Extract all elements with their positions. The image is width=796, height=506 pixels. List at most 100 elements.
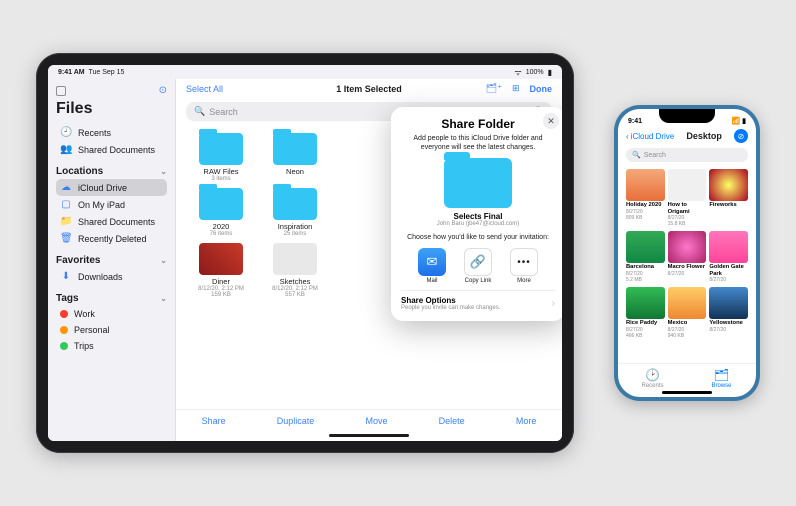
home-indicator[interactable] [329, 434, 409, 437]
tag-work[interactable]: Work [56, 306, 167, 322]
search-icon: 🔍 [632, 151, 641, 159]
share-app-mail[interactable]: ✉︎Mail [412, 248, 452, 284]
search-input[interactable]: 🔍 Search [626, 148, 748, 162]
nav-bar: ‹ iCloud Drive Desktop ⊘ [618, 127, 756, 145]
iphone-device: 9:41 📶 ▮ ‹ iCloud Drive Desktop ⊘ 🔍 Sear… [614, 105, 760, 401]
sidebar-item-downloads[interactable]: ⬇︎Downloads [56, 268, 167, 285]
share-button[interactable]: Share [202, 416, 226, 426]
tag-dot-icon [60, 326, 68, 334]
back-button[interactable]: ‹ iCloud Drive [626, 132, 674, 141]
sidebar-collapse-icon[interactable] [56, 86, 66, 96]
status-date: Tue Sep 15 [88, 69, 124, 76]
share-app-copy-link[interactable]: 🔗Copy Link [458, 248, 498, 284]
popover-title: Share Folder [401, 117, 555, 131]
toolbar-title: 1 Item Selected [336, 84, 402, 94]
section-locations[interactable]: Locations ⌄ [56, 166, 167, 177]
tag-personal[interactable]: Personal [56, 322, 167, 338]
share-options-row[interactable]: Share Options People you invite can make… [401, 290, 555, 311]
nav-title: Desktop [674, 131, 734, 141]
sidebar-title: Files [56, 100, 167, 118]
thumbnail [709, 287, 748, 319]
search-icon: 🔍 [194, 106, 205, 117]
grid-item-inspiration[interactable]: Inspiration25 items [260, 188, 330, 237]
file-item-golden-gate-park[interactable]: Golden Gate Park8/27/20 [709, 231, 748, 283]
thumbnail [626, 231, 665, 263]
tag-trips[interactable]: Trips [56, 338, 167, 354]
chevron-down-icon: ⌄ [160, 167, 167, 176]
grid-item-sketches[interactable]: Sketches8/12/20, 2:12 PM 557 KB [260, 243, 330, 298]
tab-browse[interactable]: 🗂Browse [687, 368, 756, 389]
chevron-down-icon: ⌄ [160, 294, 167, 303]
bottom-toolbar: Share Duplicate Move Delete More [176, 409, 562, 432]
sidebar-item-icloud-drive[interactable]: ☁︎iCloud Drive [56, 179, 167, 196]
folder-icon [199, 188, 243, 220]
grid-item-diner[interactable]: Diner8/12/20, 2:12 PM 159 KB [186, 243, 256, 298]
grid-item-neon[interactable]: Neon [260, 133, 330, 182]
thumbnail [668, 231, 707, 263]
download-icon: ⬇︎ [60, 271, 72, 282]
tag-dot-icon [60, 342, 68, 350]
file-item-yellowstone[interactable]: Yellowstone8/27/20 [709, 287, 748, 339]
status-time: 9:41 AM [58, 69, 85, 76]
section-favorites[interactable]: Favorites ⌄ [56, 255, 167, 266]
clock-icon: 🕘 [60, 127, 72, 138]
grid-item-raw-files[interactable]: RAW Files3 items [186, 133, 256, 182]
thumbnail [668, 287, 707, 319]
file-item-macro-flower[interactable]: Macro Flower8/27/20 [668, 231, 707, 283]
thumbnail [626, 287, 665, 319]
thumbnail [709, 169, 748, 201]
location-icon: 📁 [60, 216, 72, 227]
share-folder-popover: ✕ Share Folder Add people to this iCloud… [391, 107, 562, 321]
section-tags[interactable]: Tags ⌄ [56, 293, 167, 304]
status-time: 9:41 [628, 118, 642, 125]
more-options-icon[interactable]: ⊙ [159, 85, 167, 96]
file-item-mexico[interactable]: Mexico8/27/20 940 KB [668, 287, 707, 339]
thumbnail [668, 169, 707, 201]
share-app-more[interactable]: •••More [504, 248, 544, 284]
ipad-screen: 9:41 AM Tue Sep 15 ᯤ 100% ▮ ⊙ Files 🕘 Re… [48, 65, 562, 441]
move-button[interactable]: Move [365, 416, 387, 426]
sidebar: ⊙ Files 🕘 Recents 👥 Shared Documents Loc… [48, 79, 176, 441]
sidebar-item-shared[interactable]: 👥 Shared Documents [56, 141, 167, 158]
location-icon: 🗑 [60, 233, 72, 244]
location-icon: ▢ [60, 199, 72, 210]
file-grid: Holiday 20208/27/20 809 KBHow to Origami… [618, 165, 756, 363]
recents-icon: 🕑 [645, 368, 660, 382]
shared-folder-owner: John Baru (jbe47@icloud.com) [401, 221, 555, 227]
battery-icon: ▮ [548, 68, 552, 77]
thumbnail [626, 169, 665, 201]
home-indicator[interactable] [662, 391, 712, 394]
file-item-barcelona[interactable]: Barcelona8/27/20 5.2 MB [626, 231, 665, 283]
thumbnail [199, 243, 243, 275]
sidebar-item-shared-documents[interactable]: 📁Shared Documents [56, 213, 167, 230]
iphone-screen: 9:41 📶 ▮ ‹ iCloud Drive Desktop ⊘ 🔍 Sear… [618, 109, 756, 397]
done-button[interactable]: Done [530, 84, 553, 94]
more-button[interactable]: More [516, 416, 537, 426]
view-mode-icon[interactable]: ⊞ [512, 83, 520, 94]
popover-subtitle: Add people to this iCloud Drive folder a… [401, 134, 555, 152]
duplicate-button[interactable]: Duplicate [277, 416, 315, 426]
file-item-fireworks[interactable]: Fireworks [709, 169, 748, 227]
shared-folder-name: Selects Final [401, 212, 555, 221]
sidebar-item-recents[interactable]: 🕘 Recents [56, 124, 167, 141]
thumbnail [709, 231, 748, 263]
folder-icon [273, 188, 317, 220]
file-item-holiday-2020[interactable]: Holiday 20208/27/20 809 KB [626, 169, 665, 227]
more-icon: ••• [510, 248, 538, 276]
select-icon[interactable]: ⊘ [734, 129, 748, 143]
grid-item-2020[interactable]: 202076 items [186, 188, 256, 237]
sidebar-item-recently-deleted[interactable]: 🗑Recently Deleted [56, 230, 167, 247]
select-all-button[interactable]: Select All [186, 84, 223, 94]
close-icon[interactable]: ✕ [543, 113, 559, 129]
delete-button[interactable]: Delete [439, 416, 465, 426]
file-item-how-to-origami[interactable]: How to Origami8/27/20 15.8 KB [668, 169, 707, 227]
folder-icon [273, 133, 317, 165]
wifi-icon: ᯤ [514, 67, 521, 78]
tab-bar: 🕑Recents🗂Browse [618, 363, 756, 391]
tab-recents[interactable]: 🕑Recents [618, 368, 687, 389]
new-folder-icon[interactable]: 🗂⁺ [486, 83, 502, 94]
location-icon: ☁︎ [60, 182, 72, 193]
file-item-rice-paddy[interactable]: Rice Paddy8/27/20 466 KB [626, 287, 665, 339]
folder-icon [199, 133, 243, 165]
sidebar-item-on-my-ipad[interactable]: ▢On My iPad [56, 196, 167, 213]
